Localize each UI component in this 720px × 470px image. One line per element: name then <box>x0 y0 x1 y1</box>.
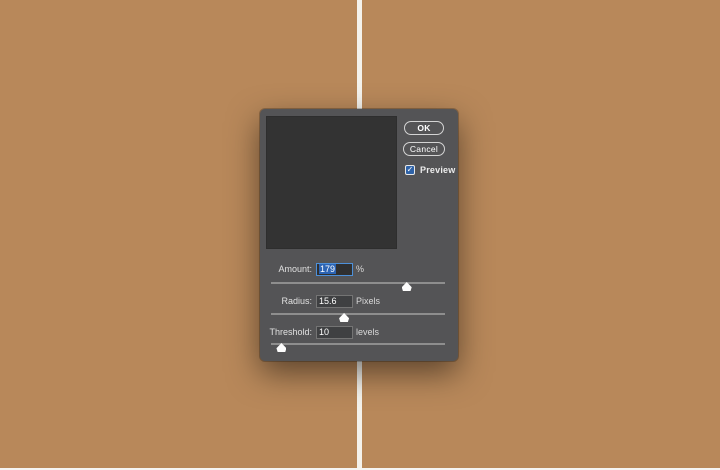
amount-unit: % <box>356 264 365 274</box>
radius-unit: Pixels <box>356 296 381 306</box>
unsharp-mask-dialog: OK Cancel ✓ Preview Amount: 179 % Radius… <box>260 109 458 361</box>
threshold-unit: levels <box>356 327 380 337</box>
threshold-input[interactable]: 10 <box>316 326 353 339</box>
screenshot-root: OK Cancel ✓ Preview Amount: 179 % Radius… <box>0 0 720 470</box>
amount-slider-track[interactable] <box>271 282 445 291</box>
amount-value: 179 <box>319 264 337 274</box>
radius-slider-thumb[interactable] <box>339 313 350 322</box>
radius-label: Radius: <box>281 296 312 306</box>
amount-slider-thumb[interactable] <box>401 282 412 291</box>
radius-input[interactable]: 15.6 <box>316 295 353 308</box>
threshold-label: Threshold: <box>269 327 312 337</box>
preview-label: Preview <box>420 165 456 175</box>
check-icon: ✓ <box>406 165 414 174</box>
cancel-button[interactable]: Cancel <box>403 142 445 156</box>
ok-button[interactable]: OK <box>404 121 444 135</box>
amount-input[interactable]: 179 <box>316 263 353 276</box>
threshold-slider-track[interactable] <box>271 343 445 352</box>
preview-checkbox[interactable]: ✓ <box>405 165 415 175</box>
dialog-preview-thumbnail[interactable] <box>266 116 397 249</box>
threshold-slider-thumb[interactable] <box>276 343 287 352</box>
radius-slider-track[interactable] <box>271 313 445 322</box>
preview-toggle[interactable]: ✓ Preview <box>405 165 455 175</box>
amount-label: Amount: <box>278 264 312 274</box>
preview-thumbnail-art <box>267 117 396 248</box>
